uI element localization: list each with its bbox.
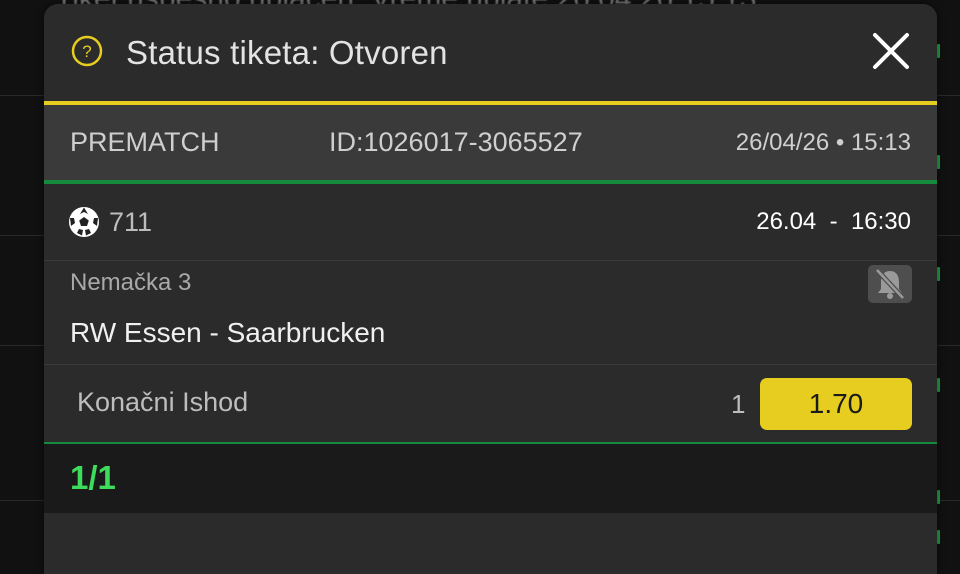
ticket-info-bar: PREMATCH ID:1026017-3065527 26/04/26 • 1… — [44, 105, 937, 180]
match-name: RW Essen - Saarbrucken — [70, 317, 386, 348]
ticket-status-title: Status tiketa: Otvoren — [126, 34, 448, 71]
ticket-datetime: 26/04/26 • 15:13 — [735, 129, 911, 156]
background-status-marker — [937, 378, 940, 392]
svg-text:?: ? — [82, 42, 91, 61]
selection-row: Konačni Ishod 1 1.70 — [44, 365, 937, 442]
bell-off-icon — [875, 268, 905, 300]
odds-badge[interactable]: 1.70 — [760, 378, 912, 430]
modal-header: ? Status tiketa: Otvoren — [44, 4, 937, 101]
background-status-marker — [937, 44, 940, 58]
league-name: Nemačka 3 — [70, 269, 192, 296]
soccer-ball-icon — [69, 207, 99, 237]
background-status-marker — [937, 530, 940, 544]
ticket-status-modal: ? Status tiketa: Otvoren PREMATCH ID:102… — [44, 4, 937, 574]
question-circle-icon[interactable]: ? — [71, 35, 103, 67]
event-start-time: 26.04 - 16:30 — [756, 208, 911, 235]
selected-outcome: 1 — [731, 389, 746, 419]
event-header-row: 711 26.04 - 16:30 — [44, 184, 937, 261]
ticket-count-row: 1/1 — [44, 444, 937, 513]
ticket-count: 1/1 — [70, 459, 116, 496]
modal-lower-area — [44, 513, 937, 574]
ticket-type-label: PREMATCH — [70, 127, 220, 157]
background-status-marker — [937, 490, 940, 504]
background-status-marker — [937, 267, 940, 281]
market-name: Konačni Ishod — [77, 387, 249, 417]
event-code: 711 — [109, 207, 153, 237]
close-icon[interactable] — [870, 30, 912, 72]
ticket-id: ID:1026017-3065527 — [329, 127, 583, 157]
notification-toggle-button[interactable] — [868, 265, 912, 303]
background-status-marker — [937, 155, 940, 169]
